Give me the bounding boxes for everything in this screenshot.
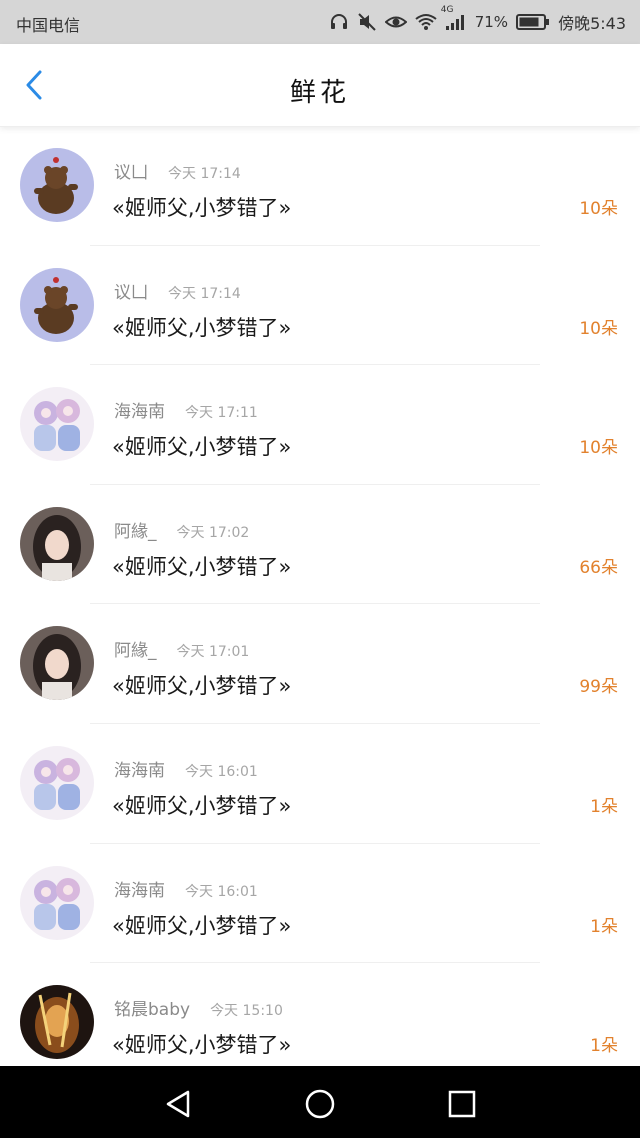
flower-count: 10朵 — [579, 438, 618, 459]
sender-name: 阿緣_ 今天 17:02 — [114, 521, 250, 542]
avatar[interactable] — [20, 745, 94, 820]
avatar[interactable] — [20, 148, 94, 222]
carrier-label: 中国电信 — [16, 16, 81, 35]
avatar[interactable] — [20, 626, 94, 701]
gift-message: «姬师父,小梦错了» — [112, 674, 292, 699]
gift-message: «姬师父,小梦错了» — [112, 435, 292, 460]
list-item[interactable]: 议凵 今天 17:14 «姬师父,小梦错了» 10朵 — [0, 126, 640, 246]
flower-count: 1朵 — [590, 1036, 618, 1057]
status-icons: 4G 71% 傍晚5:43 — [329, 5, 626, 34]
sent-time: 今天 15:10 — [210, 1003, 283, 1020]
avatar[interactable] — [20, 506, 94, 581]
gift-message: «姬师父,小梦错了» — [112, 554, 292, 579]
nav-bar: 鲜花 — [0, 44, 640, 127]
avatar[interactable] — [20, 985, 94, 1060]
status-bar: 中国电信 4G 71% 傍晚5:43 — [0, 0, 640, 44]
page-title: 鲜花 — [289, 78, 350, 108]
sent-time: 今天 17:01 — [176, 644, 250, 661]
list-item[interactable]: 海海南 今天 17:11 «姬师父,小梦错了» 10朵 — [0, 365, 640, 485]
flower-count: 99朵 — [579, 677, 618, 698]
flower-count: 10朵 — [579, 318, 618, 339]
system-recents-button[interactable] — [446, 1088, 478, 1120]
clock: 傍晚5:43 — [558, 14, 626, 33]
mute-icon — [357, 12, 377, 32]
list-item[interactable]: 海海南 今天 16:01 «姬师父,小梦错了» 1朵 — [0, 844, 640, 964]
wifi-icon — [415, 13, 437, 31]
sender-name: 海海南 今天 16:01 — [114, 880, 258, 901]
avatar[interactable] — [20, 387, 94, 462]
battery-icon — [516, 13, 550, 31]
battery-percent: 71% — [474, 13, 509, 31]
triangle-back-icon — [166, 1090, 190, 1118]
sent-time: 今天 17:14 — [168, 166, 241, 182]
eye-icon — [384, 13, 407, 31]
system-home-button[interactable] — [304, 1088, 336, 1120]
sent-time: 今天 17:02 — [176, 524, 250, 541]
system-back-button[interactable] — [162, 1088, 194, 1120]
signal-icon: 4G — [441, 5, 467, 31]
sent-time: 今天 16:01 — [185, 763, 258, 780]
gift-message: «姬师父,小梦错了» — [112, 913, 292, 938]
sender-name: 议凵 今天 17:14 — [114, 163, 241, 183]
system-nav-bar — [0, 1066, 640, 1138]
square-recents-icon — [448, 1090, 476, 1118]
list-item[interactable]: 阿緣_ 今天 17:02 «姬师父,小梦错了» 66朵 — [0, 485, 640, 605]
sender-name: 铭晨baby 今天 15:10 — [114, 1000, 283, 1021]
gift-message: «姬师父,小梦错了» — [112, 793, 292, 818]
flower-list: 议凵 今天 17:14 «姬师父,小梦错了» 10朵 议凵 今天 17:14 «姬师… — [0, 126, 640, 1083]
sender-name: 海海南 今天 17:11 — [114, 402, 258, 423]
sent-time: 今天 17:11 — [185, 405, 258, 422]
flower-count: 66朵 — [579, 557, 618, 578]
sender-name: 议凵 今天 17:14 — [114, 282, 241, 303]
list-item[interactable]: 铭晨baby 今天 15:10 «姬师父,小梦错了» 1朵 — [0, 963, 640, 1083]
network-type: 4G — [440, 5, 454, 15]
flower-count: 10朵 — [579, 199, 618, 219]
sent-time: 今天 17:14 — [168, 285, 241, 302]
headphones-icon — [329, 12, 349, 32]
avatar[interactable] — [20, 267, 94, 342]
gift-message: «姬师父,小梦错了» — [112, 1033, 292, 1058]
circle-home-icon — [305, 1089, 335, 1119]
list-item[interactable]: 阿緣_ 今天 17:01 «姬师父,小梦错了» 99朵 — [0, 604, 640, 724]
flower-count: 1朵 — [590, 796, 618, 817]
flower-count: 1朵 — [590, 916, 618, 937]
sent-time: 今天 16:01 — [185, 883, 258, 900]
gift-message: «姬师父,小梦错了» — [112, 315, 292, 340]
list-item[interactable]: 议凵 今天 17:14 «姬师父,小梦错了» 10朵 — [0, 246, 640, 366]
list-item[interactable]: 海海南 今天 16:01 «姬师父,小梦错了» 1朵 — [0, 724, 640, 844]
sender-name: 海海南 今天 16:01 — [114, 760, 258, 781]
gift-message: «姬师父,小梦错了» — [112, 196, 292, 220]
sender-name: 阿緣_ 今天 17:01 — [114, 641, 250, 662]
avatar[interactable] — [20, 865, 94, 940]
